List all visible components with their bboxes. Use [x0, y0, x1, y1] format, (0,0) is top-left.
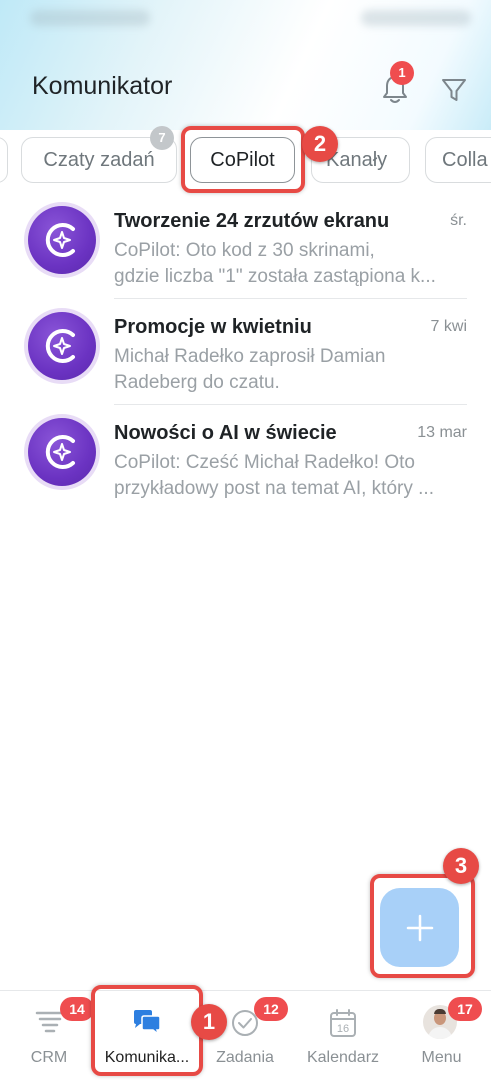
chat-preview: CoPilot: Cześć Michał Radełko! Oto przyk… [114, 450, 466, 502]
calendar-day: 16 [337, 1023, 349, 1035]
new-chat-button[interactable] [380, 888, 459, 967]
nav-item-crm[interactable]: 14 CRM [0, 991, 98, 1080]
chat-time: śr. [450, 212, 467, 229]
filter-chip-colla[interactable]: Colla [425, 137, 491, 183]
nav-badge: 12 [254, 997, 288, 1021]
chat-list-item[interactable]: Tworzenie 24 zrzutów ekranu śr. CoPilot:… [0, 196, 491, 302]
callout-number-1: 1 [191, 1004, 227, 1040]
filter-chip-label: Czaty zadań [43, 148, 155, 171]
status-bar-right-blurred [361, 10, 471, 26]
nav-label: Kalendarz [306, 1049, 380, 1066]
chat-preview: CoPilot: Oto kod z 30 skrinami, gdzie li… [114, 238, 466, 290]
filter-icon[interactable] [438, 74, 470, 106]
nav-item-menu[interactable]: 17 Menu [392, 991, 491, 1080]
chat-title: Promocje w kwietniu [114, 316, 312, 338]
chat-preview-line: CoPilot: Oto kod z 30 skrinami, [114, 240, 375, 261]
filter-chip-previous[interactable] [0, 137, 8, 183]
status-bar [0, 0, 491, 40]
copilot-logo-icon [45, 435, 75, 469]
copilot-avatar [24, 202, 100, 278]
copilot-logo-icon [45, 329, 75, 363]
chat-preview-line: przykładowy post na temat AI, który ... [114, 478, 434, 499]
chat-list-item[interactable]: Promocje w kwietniu 7 kwi Michał Radełko… [0, 302, 491, 408]
nav-label: Menu [421, 1049, 462, 1066]
copilot-avatar [24, 308, 100, 384]
callout-number-2: 2 [302, 126, 338, 162]
chat-preview-line: Radeberg do czatu. [114, 372, 280, 393]
copilot-avatar [24, 414, 100, 490]
page-title: Komunikator [32, 72, 173, 100]
filter-count-badge: 7 [150, 126, 174, 150]
nav-label: CRM [30, 1049, 68, 1066]
plus-icon [406, 914, 433, 941]
callout-highlight-komunikator [91, 985, 203, 1076]
chat-time: 7 kwi [430, 318, 467, 335]
callout-highlight-copilot [181, 126, 305, 193]
filter-chip-label: Colla [442, 148, 488, 171]
divider [114, 404, 467, 405]
status-bar-left-blurred [30, 10, 150, 26]
chat-list-item[interactable]: Nowości o AI w świecie 13 mar CoPilot: C… [0, 408, 491, 514]
chat-time: 13 mar [417, 424, 467, 441]
chat-title: Nowości o AI w świecie [114, 422, 337, 444]
nav-label: Zadania [216, 1049, 274, 1066]
chat-preview: Michał Radełko zaprosił Damian Radeberg … [114, 344, 466, 396]
callout-number-3: 3 [443, 848, 479, 884]
chat-preview-line: CoPilot: Cześć Michał Radełko! Oto [114, 452, 415, 473]
chat-title: Tworzenie 24 zrzutów ekranu [114, 210, 390, 232]
nav-item-kalendarz[interactable]: 16 Kalendarz [294, 991, 392, 1080]
nav-badge: 17 [448, 997, 482, 1021]
chat-preview-line: Michał Radełko zaprosił Damian [114, 346, 386, 367]
divider [114, 298, 467, 299]
bottom-navigation: 14 CRM Komunika... 12 Zadania 16 Kalenda… [0, 990, 491, 1080]
notification-badge: 1 [390, 61, 414, 85]
chat-preview-line: gdzie liczba "1" została zastąpiona k... [114, 266, 436, 287]
nav-badge: 14 [60, 997, 94, 1021]
copilot-logo-icon [45, 223, 75, 257]
calendar-icon: 16 [330, 1009, 356, 1037]
